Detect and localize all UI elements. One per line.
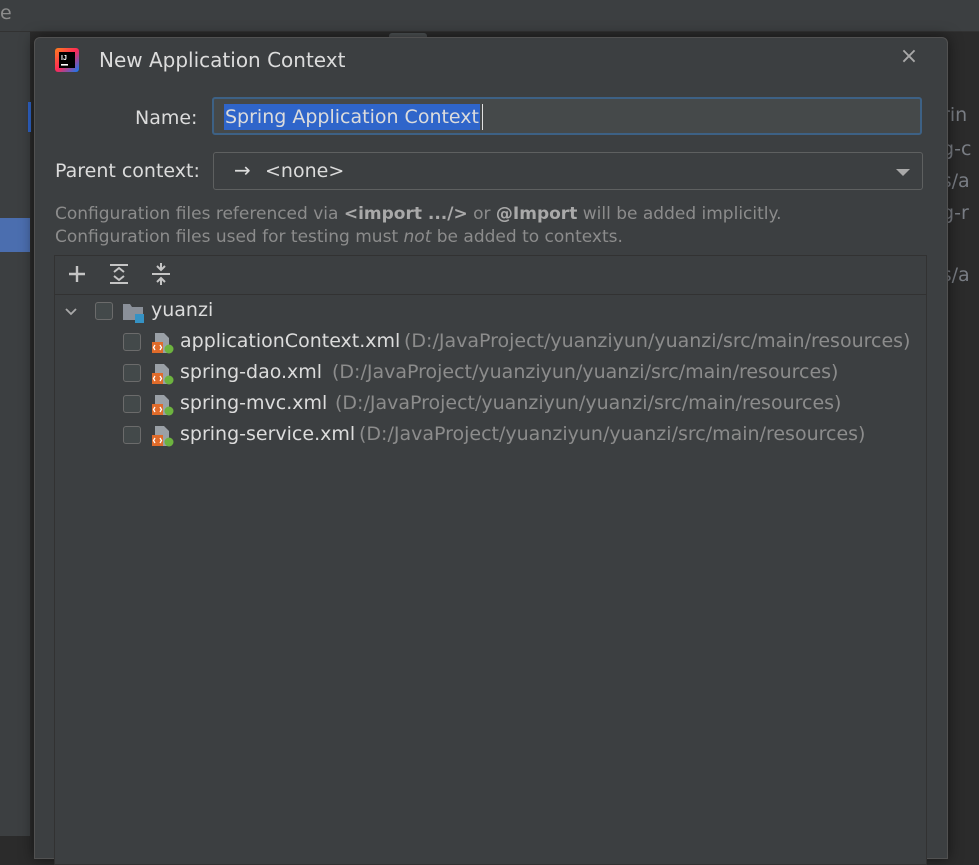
tree-file-row[interactable]: spring-service.xml (D:/JavaProject/yuanz…: [55, 422, 926, 450]
new-application-context-dialog: IJ New Application Context × Name: Sprin…: [34, 37, 948, 865]
file-path: (D:/JavaProject/yuanziyun/yuanzi/src/mai…: [404, 330, 911, 352]
parent-context-dropdown[interactable]: → <none>: [213, 152, 923, 190]
file-path: (D:/JavaProject/yuanziyun/yuanzi/src/mai…: [359, 423, 866, 445]
svg-text:IJ: IJ: [61, 55, 67, 62]
collapse-all-icon[interactable]: [149, 262, 173, 286]
file-name: applicationContext.xml: [180, 330, 401, 352]
file-checkbox[interactable]: [123, 426, 141, 444]
file-checkbox[interactable]: [123, 364, 141, 382]
expand-all-icon[interactable]: [107, 262, 131, 286]
ide-editor-text: ng-c: [946, 138, 972, 160]
ide-title-fragment: e: [0, 2, 12, 24]
parent-context-value: <none>: [265, 160, 345, 182]
file-checkbox[interactable]: [123, 333, 141, 351]
ide-editor-text: es/a: [946, 170, 970, 192]
ide-project-panel: [0, 32, 31, 836]
tree-file-row[interactable]: spring-mvc.xml (D:/JavaProject/yuanziyun…: [55, 391, 926, 419]
spring-xml-file-icon: [152, 395, 174, 416]
arrow-right-icon: →: [234, 158, 251, 182]
name-input[interactable]: Spring Application Context: [212, 97, 922, 135]
module-folder-icon: [123, 304, 144, 323]
chevron-down-icon[interactable]: [63, 304, 79, 320]
name-input-selected-text: Spring Application Context: [224, 104, 480, 130]
file-name: spring-dao.xml: [180, 361, 323, 383]
root-label: yuanzi: [151, 299, 214, 321]
ide-editor-text: ng-r: [946, 202, 969, 224]
file-checkbox[interactable]: [123, 395, 141, 413]
spring-xml-file-icon: [152, 333, 174, 354]
tree-toolbar: [55, 256, 926, 295]
info-text-line-1: Configuration files referenced via <impo…: [55, 204, 782, 224]
spring-xml-file-icon: [152, 426, 174, 447]
tree-file-row[interactable]: applicationContext.xml (D:/JavaProject/y…: [55, 329, 926, 357]
file-path: (D:/JavaProject/yuanziyun/yuanzi/src/mai…: [332, 361, 839, 383]
intellij-logo-icon: IJ: [55, 48, 79, 72]
ide-selected-row: [0, 218, 30, 252]
tree-root-row[interactable]: yuanzi: [55, 298, 926, 326]
file-path: (D:/JavaProject/yuanziyun/yuanzi/src/mai…: [335, 392, 842, 414]
plus-icon[interactable]: [65, 262, 89, 286]
ide-active-indicator: [28, 102, 31, 132]
dialog-title: New Application Context: [99, 48, 346, 72]
file-name: spring-mvc.xml: [180, 392, 328, 414]
ide-title-bar: e: [0, 0, 979, 32]
parent-context-label: Parent context:: [55, 160, 200, 182]
close-icon: ×: [899, 44, 919, 69]
chevron-down-icon: [896, 169, 910, 176]
config-files-panel: yuanzi applicationContext.xml (D:/JavaPr…: [54, 255, 927, 865]
ide-editor-text: es/a: [946, 264, 970, 286]
tree-file-row[interactable]: spring-dao.xml (D:/JavaProject/yuanziyun…: [55, 360, 926, 388]
file-name: spring-service.xml: [180, 423, 356, 445]
ide-editor-fragment: prin ng-c es/a ng-r es/a: [946, 32, 979, 836]
name-label: Name:: [135, 107, 198, 129]
text-caret: [482, 104, 483, 130]
root-checkbox[interactable]: [95, 302, 113, 320]
ide-editor-text: prin: [946, 104, 968, 126]
close-button[interactable]: ×: [899, 44, 919, 69]
spring-xml-file-icon: [152, 364, 174, 385]
info-text-line-2: Configuration files used for testing mus…: [55, 227, 623, 247]
